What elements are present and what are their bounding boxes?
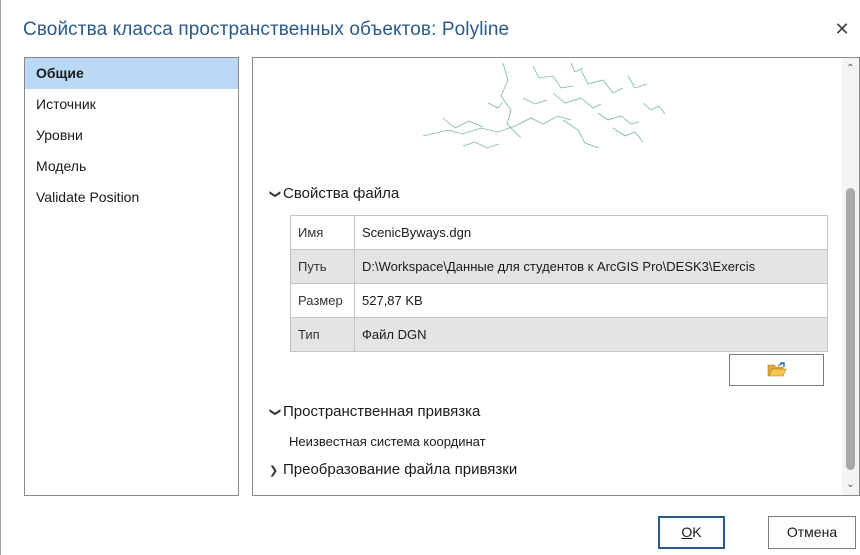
spatial-reference-title: Пространственная привязка xyxy=(283,403,481,420)
folder-open-icon xyxy=(767,362,787,377)
table-cell-key: Тип xyxy=(290,317,355,352)
ok-label-rest: K xyxy=(692,524,702,540)
spatial-reference-value: Неизвестная система координат xyxy=(289,434,486,449)
file-properties-header[interactable]: ❯ Свойства файла xyxy=(269,185,399,202)
transform-file-header[interactable]: ❯ Преобразование файла привязки xyxy=(269,461,517,478)
chevron-down-icon: ❯ xyxy=(268,189,281,199)
scroll-up-arrow-icon[interactable]: ⌃ xyxy=(842,60,859,77)
file-properties-table: Имя ScenicByways.dgn Путь D:\Workspace\Д… xyxy=(290,215,828,352)
table-row: Тип Файл DGN xyxy=(290,317,828,352)
file-properties-title: Свойства файла xyxy=(283,185,400,202)
sidebar-item-levels[interactable]: Уровни xyxy=(25,120,238,151)
sidebar-item-general[interactable]: Общие xyxy=(25,58,238,89)
close-icon: ✕ xyxy=(834,19,850,39)
table-cell-value: Файл DGN xyxy=(354,317,828,352)
sidebar-item-model[interactable]: Модель xyxy=(25,151,238,182)
scrollbar-thumb[interactable] xyxy=(846,188,855,470)
cancel-button[interactable]: Отмена xyxy=(768,516,856,549)
feature-preview-map xyxy=(422,62,666,149)
table-row: Имя ScenicByways.dgn xyxy=(290,215,828,250)
spatial-reference-header[interactable]: ❯ Пространственная привязка xyxy=(268,403,481,420)
title-bar: Свойства класса пространственных объекто… xyxy=(1,0,860,52)
table-row: Размер 527,87 KB xyxy=(290,283,828,318)
ok-mnemonic: O xyxy=(681,524,693,540)
transform-file-title: Преобразование файла привязки xyxy=(283,461,518,478)
table-cell-key: Имя xyxy=(290,215,355,250)
dialog-window: Свойства класса пространственных объекто… xyxy=(0,0,860,555)
properties-panel: ❯ Свойства файла Имя ScenicByways.dgn Пут… xyxy=(252,57,860,496)
browse-file-button[interactable] xyxy=(729,354,824,386)
chevron-right-icon: ❯ xyxy=(269,465,279,477)
vertical-scrollbar[interactable]: ⌃ ⌄ xyxy=(842,58,859,495)
table-cell-value: D:\Workspace\Данные для студентов к ArcG… xyxy=(354,249,828,284)
ok-button[interactable]: OK xyxy=(658,516,725,549)
dialog-title: Свойства класса пространственных объекто… xyxy=(23,19,510,40)
table-row: Путь D:\Workspace\Данные для студентов к… xyxy=(290,249,828,284)
sidebar-nav: Общие Источник Уровни Модель Validate Po… xyxy=(24,57,239,496)
sidebar-item-validate-position[interactable]: Validate Position xyxy=(25,182,238,213)
sidebar-item-source[interactable]: Источник xyxy=(25,89,238,120)
table-cell-key: Путь xyxy=(290,249,355,284)
scroll-down-arrow-icon[interactable]: ⌄ xyxy=(842,476,859,493)
table-cell-value: ScenicByways.dgn xyxy=(354,215,828,250)
close-button[interactable]: ✕ xyxy=(833,20,851,38)
chevron-down-icon: ❯ xyxy=(268,407,281,417)
table-cell-key: Размер xyxy=(290,283,355,318)
table-cell-value: 527,87 KB xyxy=(354,283,828,318)
